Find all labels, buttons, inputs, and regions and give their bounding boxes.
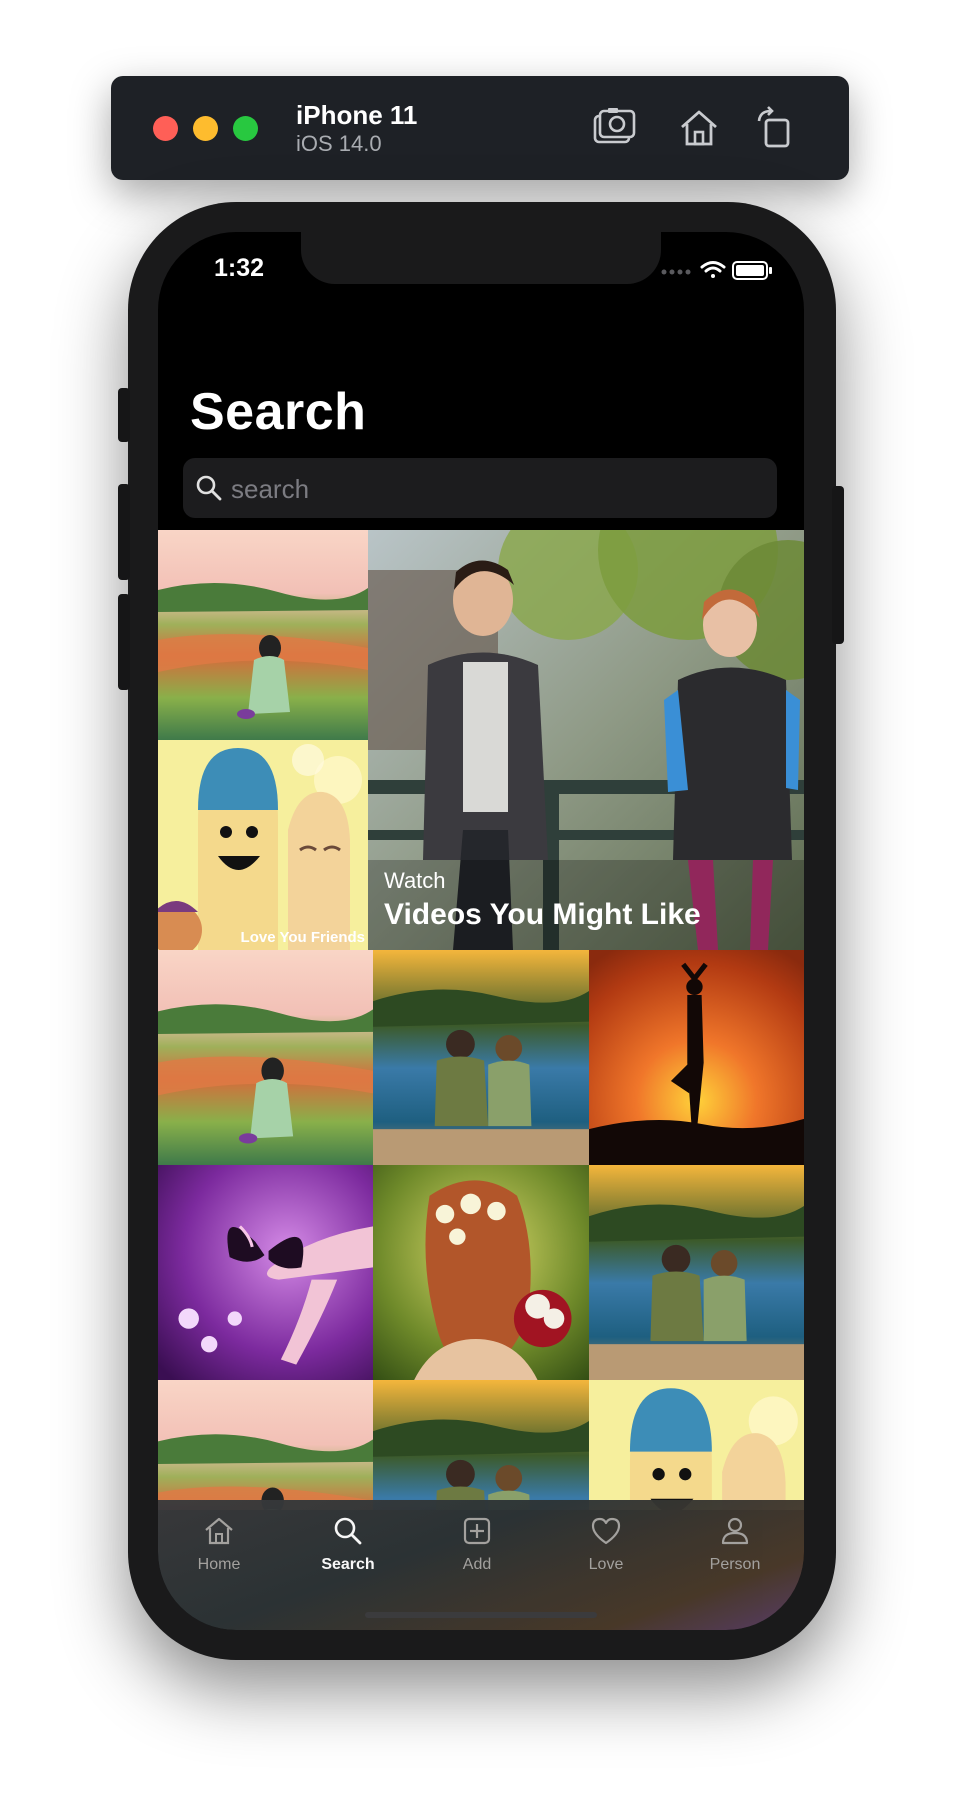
photo-tile[interactable] — [589, 1165, 804, 1380]
search-icon — [334, 1517, 362, 1545]
photo-tile[interactable] — [158, 530, 368, 740]
photo-tile[interactable] — [158, 1380, 373, 1510]
butterfly-hand-photo — [158, 1165, 373, 1380]
mute-switch — [118, 388, 130, 442]
photo-tile[interactable] — [373, 1380, 589, 1510]
battery-icon — [732, 261, 772, 280]
rotate-icon[interactable] — [753, 105, 799, 151]
photo-tile[interactable]: Love You Friends — [158, 740, 368, 950]
photo-tile[interactable] — [158, 950, 373, 1165]
featured-headline: Videos You Might Like — [384, 898, 701, 931]
volume-up-button — [118, 484, 130, 580]
photo-tile[interactable] — [158, 1165, 373, 1380]
minimize-window-button[interactable] — [193, 116, 218, 141]
signal-icon — [661, 269, 691, 275]
tab-label: Person — [709, 1556, 761, 1573]
search-bar[interactable] — [183, 458, 777, 518]
phone-screen: 1:32 Search search Love You Friends Watc… — [158, 232, 804, 1630]
photo-tile[interactable] — [373, 1165, 589, 1380]
person-icon — [721, 1517, 749, 1545]
tab-add[interactable]: Add — [422, 1514, 532, 1574]
kids-by-lake-photo — [589, 1165, 804, 1380]
zoom-window-button[interactable] — [233, 116, 258, 141]
tab-bar: Home Search Add Love Person — [158, 1500, 804, 1630]
tab-home[interactable]: Home — [164, 1514, 274, 1574]
photo-tile[interactable] — [373, 950, 589, 1165]
heart-icon — [591, 1517, 621, 1545]
power-button — [832, 486, 844, 644]
page-title: Search — [190, 383, 367, 441]
kids-by-lake-photo — [373, 1380, 589, 1510]
kids-by-lake-photo — [373, 950, 589, 1165]
home-indicator[interactable] — [365, 1612, 597, 1618]
volume-down-button — [118, 594, 130, 690]
tab-label: Love — [588, 1556, 624, 1573]
simulator-toolbar: iPhone 11 iOS 14.0 — [111, 76, 849, 180]
landscape-girl-photo — [158, 530, 368, 740]
landscape-girl-photo — [158, 1380, 373, 1510]
home-button-icon[interactable] — [676, 105, 722, 151]
tab-love[interactable]: Love — [551, 1514, 661, 1574]
os-version: iOS 14.0 — [296, 131, 382, 156]
screenshot-icon[interactable] — [591, 105, 637, 151]
explore-grid[interactable]: Love You Friends Watch Videos You Might … — [158, 530, 804, 1510]
search-input[interactable] — [229, 466, 763, 512]
tab-label: Home — [197, 1556, 241, 1573]
wifi-icon — [700, 261, 726, 278]
tab-label: Search — [321, 1556, 375, 1573]
smiley-fingers-photo — [589, 1380, 804, 1510]
status-time: 1:32 — [214, 254, 265, 282]
smiley-fingers-photo: Love You Friends — [158, 740, 368, 950]
flower-hair-photo — [373, 1165, 589, 1380]
photo-tile[interactable] — [589, 1380, 804, 1510]
add-icon — [463, 1517, 491, 1545]
device-name: iPhone 11 — [296, 100, 418, 130]
home-icon — [205, 1517, 233, 1545]
photo-tile[interactable] — [589, 950, 804, 1165]
featured-kicker: Watch — [384, 868, 446, 893]
tab-label: Add — [462, 1556, 492, 1573]
tab-person[interactable]: Person — [680, 1514, 790, 1574]
featured-video-tile[interactable]: Watch Videos You Might Like — [368, 530, 804, 950]
status-indicators — [658, 258, 778, 282]
featured-caption: Watch Videos You Might Like — [384, 868, 701, 932]
yoga-sunset-photo — [589, 950, 804, 1165]
tab-search[interactable]: Search — [293, 1514, 403, 1574]
landscape-girl-photo — [158, 950, 373, 1165]
search-icon — [196, 475, 222, 501]
close-window-button[interactable] — [153, 116, 178, 141]
notch — [301, 232, 661, 284]
tile-overlay-text: Love You Friends — [241, 929, 365, 946]
